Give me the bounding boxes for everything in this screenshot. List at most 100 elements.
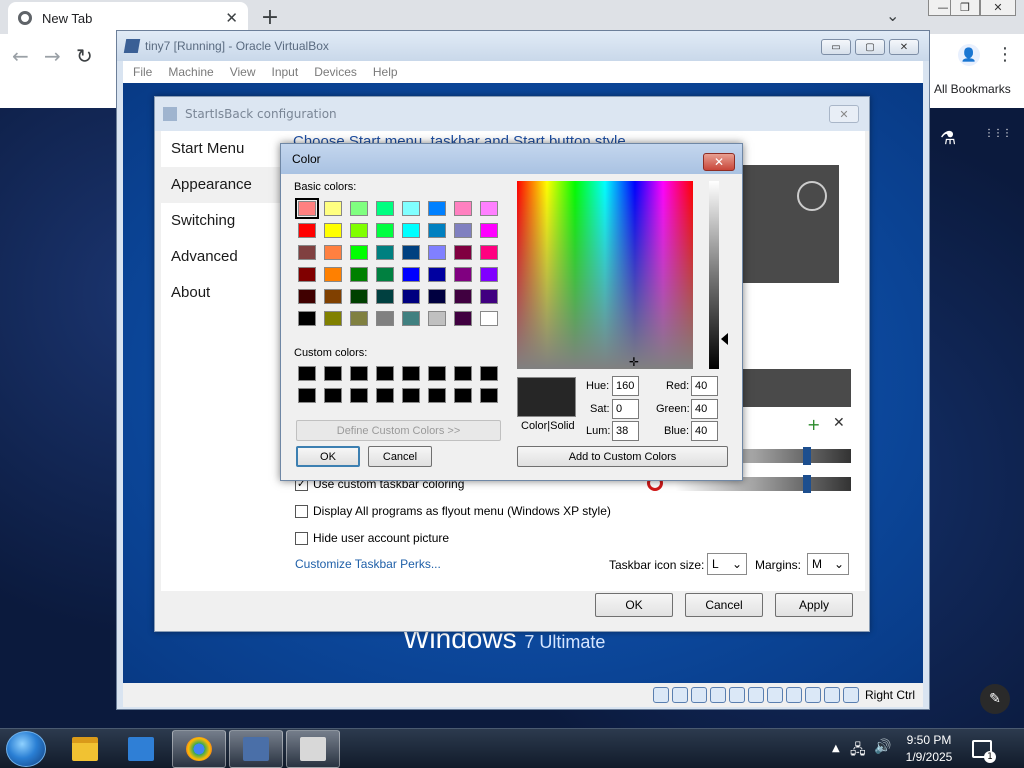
basic-color-swatch[interactable]: [454, 223, 472, 238]
basic-color-swatch[interactable]: [428, 201, 446, 216]
custom-color-swatch[interactable]: [428, 388, 446, 403]
basic-color-swatch[interactable]: [324, 267, 342, 282]
basic-color-swatch[interactable]: [295, 198, 319, 219]
color-dialog-close-button[interactable]: ✕: [703, 153, 735, 171]
color-spectrum[interactable]: [517, 181, 693, 369]
basic-color-swatch[interactable]: [480, 267, 498, 282]
labs-icon[interactable]: ⚗: [940, 128, 956, 149]
basic-color-swatch[interactable]: [480, 201, 498, 216]
checkbox-box[interactable]: [295, 504, 308, 518]
custom-color-swatch[interactable]: [402, 366, 420, 381]
spectrum-crosshair-icon[interactable]: ✛: [629, 356, 639, 368]
usb-icon[interactable]: [728, 687, 745, 703]
nav-advanced[interactable]: Advanced: [161, 239, 287, 275]
basic-color-swatch[interactable]: [480, 311, 498, 326]
nav-start-menu[interactable]: Start Menu: [161, 131, 287, 167]
custom-color-swatch[interactable]: [480, 366, 498, 381]
shared-folders-icon[interactable]: [747, 687, 764, 703]
red-field[interactable]: 40: [691, 376, 718, 396]
sib-close-button[interactable]: ✕: [829, 105, 859, 123]
basic-color-swatch[interactable]: [376, 267, 394, 282]
basic-color-swatch[interactable]: [376, 201, 394, 216]
taskbar-app[interactable]: [286, 730, 340, 768]
volume-icon[interactable]: 🔊: [874, 739, 891, 755]
tray-overflow-icon[interactable]: ▲: [832, 743, 840, 754]
basic-color-swatch[interactable]: [350, 311, 368, 326]
host-restore-button[interactable]: ❐: [950, 0, 980, 16]
basic-color-swatch[interactable]: [298, 223, 316, 238]
tab-close-icon[interactable]: ✕: [225, 9, 238, 27]
menu-help[interactable]: Help: [373, 65, 398, 79]
basic-color-swatch[interactable]: [480, 289, 498, 304]
basic-color-swatch[interactable]: [480, 223, 498, 238]
remove-style-icon[interactable]: ✕: [833, 415, 845, 431]
basic-color-swatch[interactable]: [298, 311, 316, 326]
vbox-maximize-button[interactable]: ▢: [855, 39, 885, 55]
add-to-custom-colors-button[interactable]: Add to Custom Colors: [517, 446, 728, 467]
color-cancel-button[interactable]: Cancel: [368, 446, 432, 467]
apps-grid-icon[interactable]: ⋮⋮⋮: [984, 128, 1012, 139]
sib-ok-button[interactable]: OK: [595, 593, 673, 617]
basic-color-swatch[interactable]: [402, 245, 420, 260]
custom-color-swatch[interactable]: [376, 388, 394, 403]
custom-color-swatch[interactable]: [454, 388, 472, 403]
slider-thumb-2[interactable]: [803, 475, 811, 493]
basic-color-swatch[interactable]: [454, 289, 472, 304]
nav-appearance[interactable]: Appearance: [161, 167, 287, 203]
blue-field[interactable]: 40: [691, 421, 718, 441]
custom-color-swatch[interactable]: [298, 388, 316, 403]
custom-color-swatch[interactable]: [298, 366, 316, 381]
nav-about[interactable]: About: [161, 275, 287, 311]
customize-taskbar-perks-link[interactable]: Customize Taskbar Perks...: [295, 557, 441, 571]
back-icon[interactable]: ←: [12, 44, 29, 68]
host-key-icon[interactable]: [842, 687, 859, 703]
basic-color-swatch[interactable]: [350, 223, 368, 238]
luminosity-bar[interactable]: [709, 181, 719, 369]
basic-color-swatch[interactable]: [324, 223, 342, 238]
sib-titlebar[interactable]: StartIsBack configuration: [155, 97, 869, 131]
basic-color-swatch[interactable]: [402, 267, 420, 282]
basic-color-swatch[interactable]: [402, 223, 420, 238]
basic-color-swatch[interactable]: [454, 267, 472, 282]
tab-search-dropdown-icon[interactable]: ⌄: [886, 6, 899, 25]
start-button[interactable]: [6, 731, 46, 767]
hard-disk-icon[interactable]: [652, 687, 669, 703]
custom-color-swatch[interactable]: [324, 366, 342, 381]
taskbar-file-explorer[interactable]: [58, 730, 112, 768]
optical-drive-icon[interactable]: [671, 687, 688, 703]
color-ok-button[interactable]: OK: [296, 446, 360, 467]
basic-color-swatch[interactable]: [428, 289, 446, 304]
host-close-button[interactable]: ✕: [980, 0, 1016, 16]
sat-field[interactable]: 0: [612, 399, 639, 419]
add-style-icon[interactable]: +: [807, 415, 820, 434]
sib-apply-button[interactable]: Apply: [775, 593, 853, 617]
basic-color-swatch[interactable]: [324, 289, 342, 304]
basic-color-swatch[interactable]: [324, 245, 342, 260]
custom-color-swatch[interactable]: [480, 388, 498, 403]
lum-field[interactable]: 38: [612, 421, 639, 441]
checkbox-box[interactable]: [295, 531, 308, 545]
nav-switching[interactable]: Switching: [161, 203, 287, 239]
custom-color-swatch[interactable]: [324, 388, 342, 403]
vbox-minimize-button[interactable]: ▭: [821, 39, 851, 55]
define-custom-colors-button[interactable]: Define Custom Colors >>: [296, 420, 501, 441]
icon-size-select[interactable]: L ⌄: [707, 553, 747, 575]
color-dialog-titlebar[interactable]: Color: [281, 144, 742, 174]
basic-color-swatch[interactable]: [402, 289, 420, 304]
basic-color-swatch[interactable]: [298, 289, 316, 304]
basic-color-swatch[interactable]: [428, 267, 446, 282]
basic-color-swatch[interactable]: [376, 245, 394, 260]
taskbar-mail[interactable]: [114, 730, 168, 768]
flyout-menu-checkbox[interactable]: Display All programs as flyout menu (Win…: [295, 504, 611, 518]
vbox-close-button[interactable]: ✕: [889, 39, 919, 55]
vbox-titlebar[interactable]: tiny7 [Running] - Oracle VirtualBox: [117, 31, 929, 61]
basic-color-swatch[interactable]: [350, 267, 368, 282]
basic-color-swatch[interactable]: [350, 289, 368, 304]
basic-color-swatch[interactable]: [480, 245, 498, 260]
green-field[interactable]: 40: [691, 399, 718, 419]
basic-color-swatch[interactable]: [298, 245, 316, 260]
menu-machine[interactable]: Machine: [168, 65, 213, 79]
basic-color-swatch[interactable]: [376, 289, 394, 304]
edit-pencil-icon[interactable]: ✎: [980, 684, 1010, 714]
all-bookmarks-link[interactable]: All Bookmarks: [934, 82, 1011, 96]
